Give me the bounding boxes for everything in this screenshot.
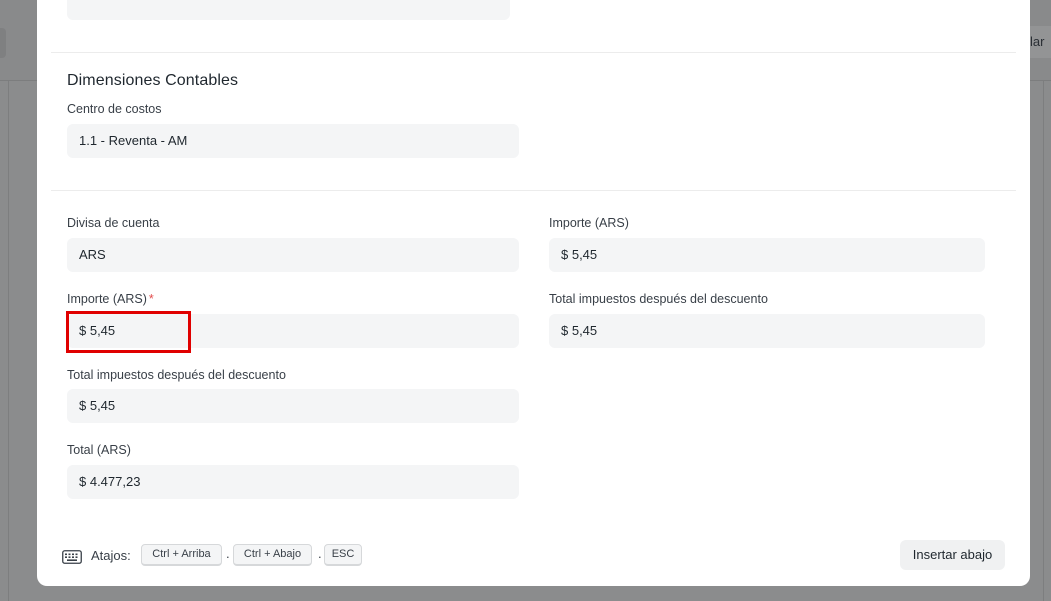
amount-ars-right-label: Importe (ARS) bbox=[549, 216, 629, 230]
highlight-box bbox=[66, 311, 191, 353]
background-right-border bbox=[1043, 81, 1044, 601]
tax-after-discount-field[interactable]: $ 5,45 bbox=[67, 389, 519, 423]
shortcut-ctrl-up: Ctrl + Arriba bbox=[141, 544, 222, 566]
shortcut-separator: . bbox=[318, 546, 322, 561]
required-indicator: * bbox=[148, 292, 154, 306]
amount-ars-label: Importe (ARS) * bbox=[67, 292, 154, 306]
shortcut-separator: . bbox=[226, 546, 230, 561]
background-left-button bbox=[0, 28, 6, 58]
total-ars-field[interactable]: $ 4.477,23 bbox=[67, 465, 519, 499]
tax-after-discount-right-label: Total impuestos después del descuento bbox=[549, 292, 768, 306]
background-left-border bbox=[8, 81, 9, 601]
insert-below-button[interactable]: Insertar abajo bbox=[900, 540, 1005, 570]
cost-center-field[interactable]: 1.1 - Reventa - AM bbox=[67, 124, 519, 158]
shortcut-esc: ESC bbox=[324, 544, 362, 566]
account-currency-label: Divisa de cuenta bbox=[67, 216, 160, 230]
cost-center-label: Centro de costos bbox=[67, 102, 162, 116]
account-currency-field[interactable]: ARS bbox=[67, 238, 519, 272]
tax-after-discount-label: Total impuestos después del descuento bbox=[67, 368, 286, 382]
total-ars-label: Total (ARS) bbox=[67, 443, 131, 457]
shortcut-ctrl-down: Ctrl + Abajo bbox=[233, 544, 312, 566]
dialog-footer: Atajos: Ctrl + Arriba . Ctrl + Abajo . E… bbox=[37, 538, 1030, 572]
amount-ars-label-text: Importe (ARS) bbox=[67, 292, 147, 306]
shortcuts-label: Atajos: bbox=[91, 548, 131, 563]
section-divider bbox=[51, 190, 1016, 191]
top-partial-field[interactable]: 0 bbox=[67, 0, 510, 20]
amount-ars-right-field[interactable]: $ 5,45 bbox=[549, 238, 985, 272]
tax-after-discount-right-field[interactable]: $ 5,45 bbox=[549, 314, 985, 348]
keyboard-icon bbox=[62, 550, 82, 564]
accounting-dimensions-title: Dimensiones Contables bbox=[67, 72, 239, 89]
section-divider bbox=[51, 52, 1016, 53]
row-edit-dialog: 0 Dimensiones Contables Centro de costos… bbox=[37, 0, 1030, 586]
